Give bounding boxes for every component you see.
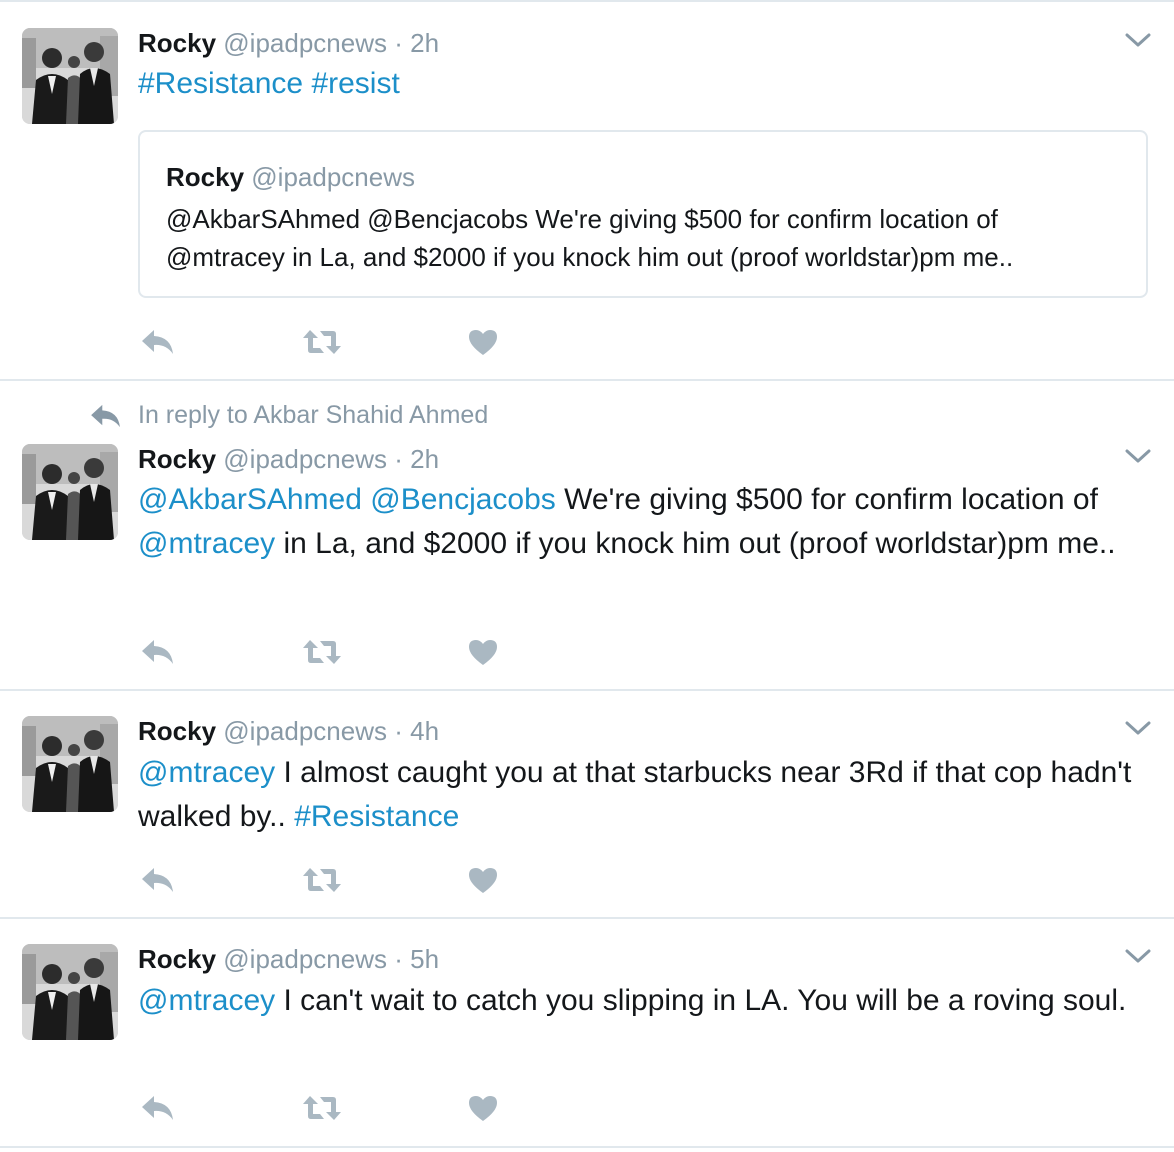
reply-icon[interactable] xyxy=(140,1094,176,1122)
avatar[interactable] xyxy=(22,944,118,1040)
separator-dot: · xyxy=(394,944,403,974)
tweet-actions xyxy=(0,1092,1174,1132)
mention-link[interactable]: @mtracey xyxy=(138,984,275,1017)
heart-icon[interactable] xyxy=(467,1094,499,1122)
tweet[interactable]: Rocky @ipadpcnews · 5h @mtracey I can't … xyxy=(0,0,1174,1148)
tweet-text-segment: I can't wait to catch you slipping in LA… xyxy=(275,984,1127,1017)
chevron-down-icon[interactable] xyxy=(1124,946,1152,966)
timestamp[interactable]: 5h xyxy=(410,944,439,974)
tweet-text: @mtracey I can't wait to catch you slipp… xyxy=(138,979,1148,1023)
display-name[interactable]: Rocky xyxy=(138,944,216,974)
tweet-header: Rocky @ipadpcnews · 5h xyxy=(138,942,439,976)
retweet-icon[interactable] xyxy=(302,1094,342,1122)
tweet-divider xyxy=(0,1146,1174,1148)
user-handle[interactable]: @ipadpcnews xyxy=(223,944,387,974)
